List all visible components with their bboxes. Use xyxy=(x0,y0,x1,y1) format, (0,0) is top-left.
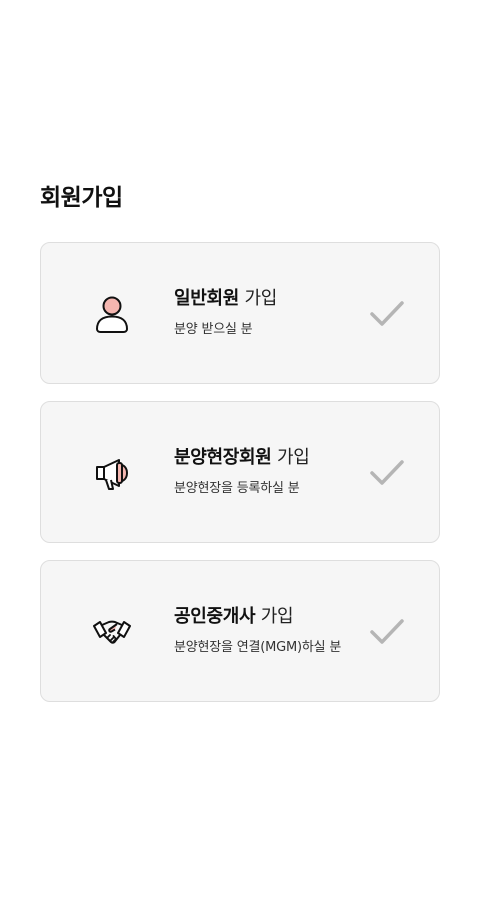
option-title-suffix: 가입 xyxy=(255,606,294,627)
signup-option-general-member[interactable]: 일반회원 가입 분양 받으실 분 xyxy=(40,242,440,384)
option-description: 분양현장을 등록하실 분 xyxy=(174,481,300,496)
handshake-icon xyxy=(91,611,133,653)
option-title-strong: 공인중개사 xyxy=(174,606,256,627)
option-title-suffix: 가입 xyxy=(239,288,277,309)
option-description: 분양현장을 연결(MGM)하실 분 xyxy=(174,640,342,655)
person-icon xyxy=(91,293,133,335)
signup-option-realtor[interactable]: 공인중개사 가입 분양현장을 연결(MGM)하실 분 xyxy=(40,560,440,702)
check-icon xyxy=(369,458,405,488)
option-title-strong: 일반회원 xyxy=(174,288,240,309)
megaphone-icon xyxy=(91,452,133,494)
option-title: 일반회원 가입 xyxy=(174,287,277,311)
option-title: 분양현장회원 가입 xyxy=(174,446,310,470)
option-description: 분양 받으실 분 xyxy=(174,322,253,337)
option-title-strong: 분양현장회원 xyxy=(174,447,272,468)
check-icon xyxy=(369,299,405,329)
page-title: 회원가입 xyxy=(40,185,123,211)
check-icon xyxy=(369,617,405,647)
option-title: 공인중개사 가입 xyxy=(174,605,294,629)
signup-option-sales-site-member[interactable]: 분양현장회원 가입 분양현장을 등록하실 분 xyxy=(40,401,440,543)
option-title-suffix: 가입 xyxy=(271,447,310,468)
